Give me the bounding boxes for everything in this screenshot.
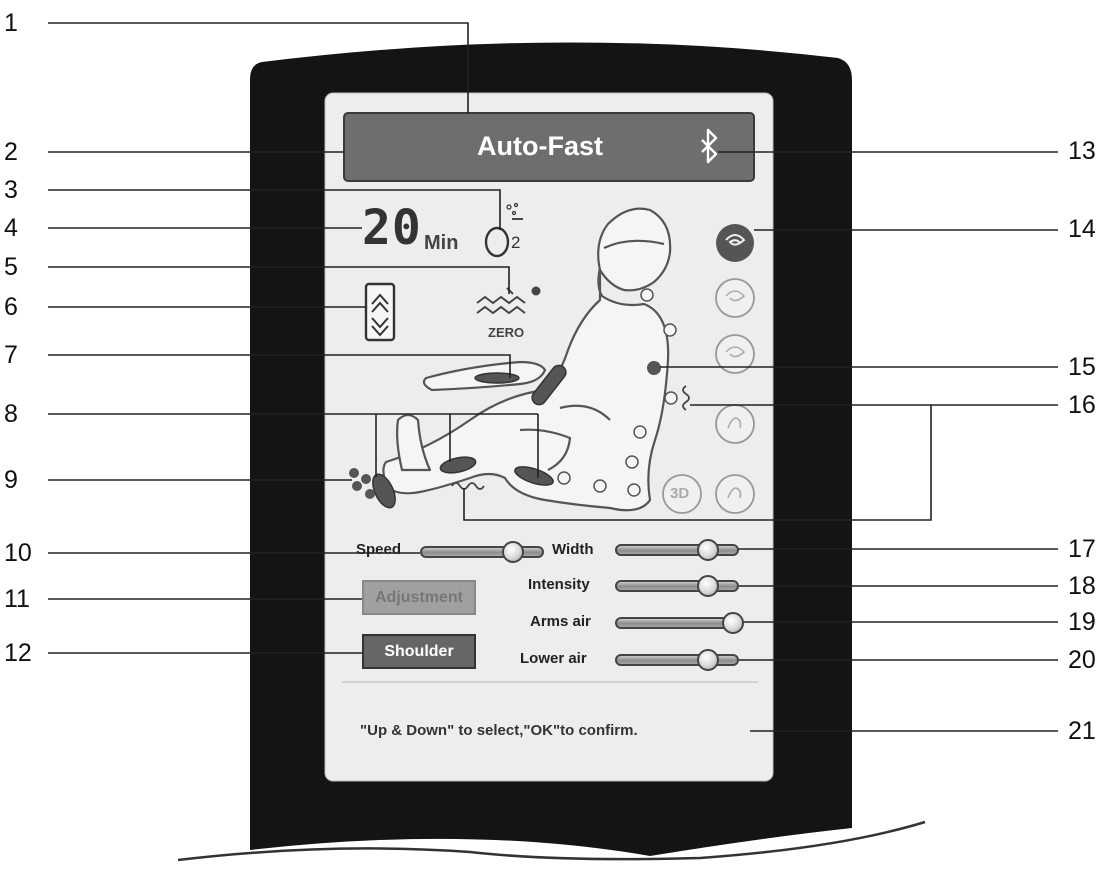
timer-unit: Min (424, 232, 459, 254)
lower-air-label: Lower air (520, 650, 587, 667)
callout-2: 2 (4, 138, 18, 166)
lower-air-slider[interactable] (615, 654, 739, 666)
intensity-label: Intensity (528, 576, 590, 593)
adjustment-button[interactable]: Adjustment (362, 580, 476, 615)
adjust-up-down-icon (364, 282, 396, 342)
callout-7: 7 (4, 341, 18, 369)
shoulder-button[interactable]: Shoulder (362, 634, 476, 669)
speed-slider[interactable] (420, 546, 544, 558)
icon-3d-label: 3D (670, 485, 690, 502)
arms-air-label: Arms air (530, 613, 591, 630)
arms-air-slider-knob[interactable] (721, 612, 744, 634)
zero-gravity-label: ZERO (488, 325, 525, 340)
callout-19: 19 (1068, 608, 1096, 636)
callout-18: 18 (1068, 572, 1096, 600)
intensity-slider[interactable] (615, 580, 739, 592)
callout-20: 20 (1068, 646, 1096, 674)
hint-text: "Up & Down" to select,"OK"to confirm. (360, 722, 638, 739)
callout-5: 5 (4, 253, 18, 281)
program-icon-active[interactable] (716, 224, 754, 262)
width-slider-knob[interactable] (697, 539, 719, 561)
lower-air-slider-knob[interactable] (697, 649, 719, 671)
arms-air-slider[interactable] (615, 617, 739, 629)
callout-10: 10 (4, 539, 32, 567)
width-slider[interactable] (615, 544, 739, 556)
callout-14: 14 (1068, 215, 1096, 243)
callout-8: 8 (4, 400, 18, 428)
speed-slider-knob[interactable] (502, 541, 524, 563)
callout-13: 13 (1068, 137, 1096, 165)
timer-value: 20 (362, 200, 422, 256)
mode-title: Auto-Fast (477, 131, 603, 161)
speed-label: Speed (356, 541, 402, 558)
callout-11: 11 (4, 585, 30, 613)
callout-3: 3 (4, 176, 18, 204)
callout-17: 17 (1068, 535, 1096, 563)
callout-16: 16 (1068, 391, 1096, 419)
callout-12: 12 (4, 639, 32, 667)
active-point-indicator (647, 361, 661, 375)
callout-1: 1 (4, 9, 18, 37)
callout-6: 6 (4, 293, 18, 321)
callout-15: 15 (1068, 353, 1096, 381)
callout-9: 9 (4, 466, 18, 494)
callout-21: 21 (1068, 717, 1096, 745)
width-label: Width (552, 541, 594, 558)
oxygen-subscript: 2 (511, 233, 521, 252)
callout-4: 4 (4, 214, 18, 242)
intensity-slider-knob[interactable] (697, 575, 719, 597)
